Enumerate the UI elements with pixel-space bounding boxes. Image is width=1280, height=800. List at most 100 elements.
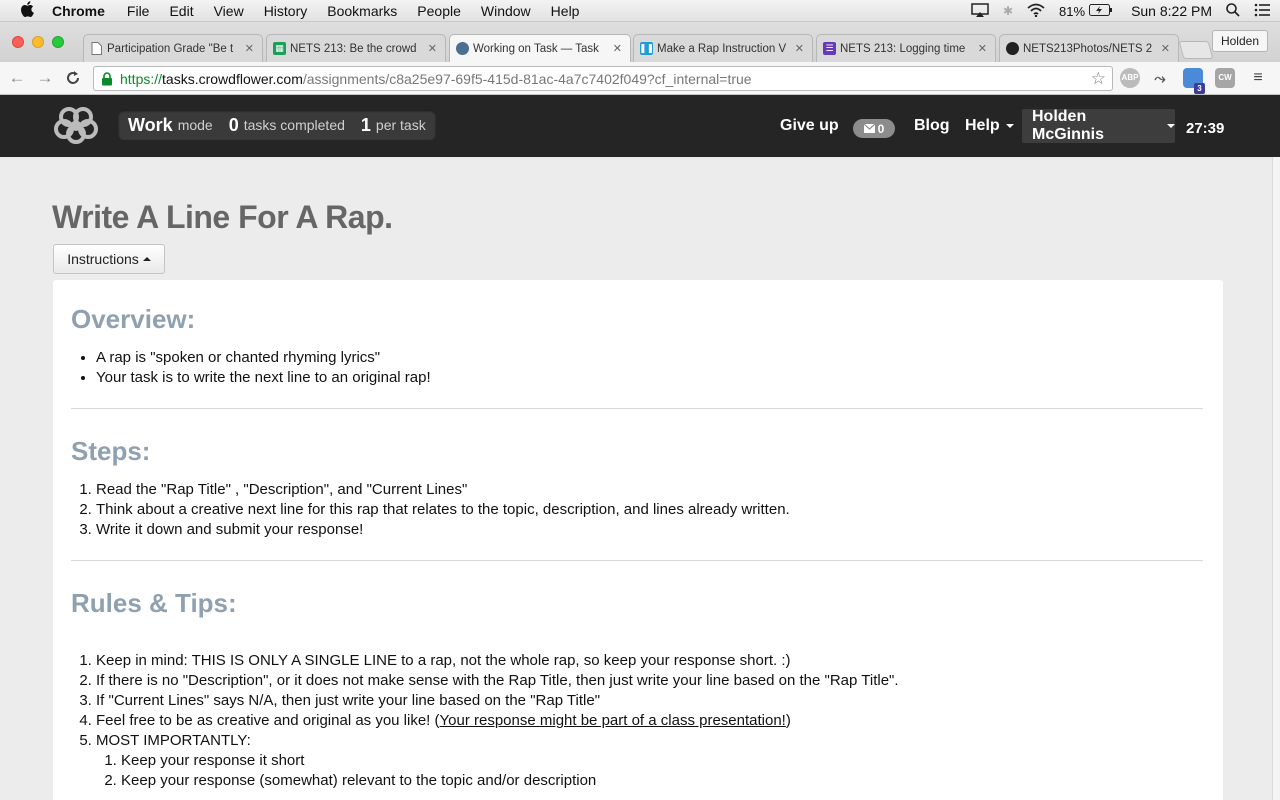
spotlight-search-icon[interactable] <box>1226 2 1240 20</box>
address-bar[interactable]: https://tasks.crowdflower.com/assignment… <box>93 66 1113 91</box>
rule-text: MOST IMPORTANTLY: <box>96 732 251 749</box>
messages-badge[interactable]: 0 <box>853 119 895 138</box>
divider <box>71 560 1203 561</box>
blog-link[interactable]: Blog <box>914 117 950 135</box>
close-tab-icon[interactable]: ✕ <box>245 42 254 55</box>
menu-edit[interactable]: Edit <box>169 3 193 19</box>
new-tab-button[interactable] <box>1178 41 1214 59</box>
menu-people[interactable]: People <box>417 3 461 19</box>
list-item: Think about a creative next line for thi… <box>96 500 790 520</box>
app-menu-chrome[interactable]: Chrome <box>52 3 105 19</box>
tab-label: Working on Task — Task <box>473 42 599 55</box>
list-item: A rap is "spoken or chanted rhyming lyri… <box>96 348 431 368</box>
extension-icon[interactable]: ⤳ <box>1150 68 1170 88</box>
overview-list: A rap is "spoken or chanted rhyming lyri… <box>96 348 431 388</box>
close-tab-icon[interactable]: ✕ <box>795 42 804 55</box>
work-mode-stats: Work mode 0 tasks completed 1 per task <box>118 110 436 140</box>
profile-button[interactable]: Holden <box>1211 30 1268 52</box>
tab-nets213photos[interactable]: NETS213Photos/NETS 2 ✕ <box>999 34 1179 62</box>
bookmark-star-icon[interactable]: ☆ <box>1091 69 1106 89</box>
notification-center-icon[interactable] <box>1254 3 1270 20</box>
browser-tab-strip: Participation Grade "Be t ✕ ▦ NETS 213: … <box>0 22 1280 62</box>
steps-list: Read the "Rap Title" , "Description", an… <box>96 480 790 540</box>
site-header: Work mode 0 tasks completed 1 per task G… <box>0 95 1280 157</box>
tab-nets213-be-the-crowd[interactable]: ▦ NETS 213: Be the crowd ✕ <box>266 34 446 62</box>
list-item: If there is no "Description", or it does… <box>96 671 899 691</box>
list-item: Read the "Rap Title" , "Description", an… <box>96 480 790 500</box>
list-item: MOST IMPORTANTLY: Keep your response it … <box>96 731 899 791</box>
browser-toolbar: ← → https://tasks.crowdflower.com/assign… <box>0 62 1280 95</box>
sub-list: Keep your response it short Keep your re… <box>96 751 899 791</box>
battery-icon[interactable] <box>1089 3 1113 19</box>
rules-list: Keep in mind: THIS IS ONLY A SINGLE LINE… <box>96 651 899 791</box>
help-dropdown[interactable]: Help <box>965 117 1014 135</box>
page-scrollbar[interactable] <box>1272 157 1280 800</box>
tab-working-on-task[interactable]: Working on Task — Task ✕ <box>449 34 631 62</box>
list-item: Keep in mind: THIS IS ONLY A SINGLE LINE… <box>96 651 899 671</box>
user-name: Holden McGinnis <box>1032 108 1105 143</box>
tab-make-a-rap-instruction[interactable]: ❚❚ Make a Rap Instruction V ✕ <box>633 34 813 62</box>
mail-extension-icon[interactable]: 3 <box>1183 68 1205 94</box>
tab-nets213-logging-time[interactable]: ☰ NETS 213: Logging time ✕ <box>816 34 996 62</box>
list-item: Your task is to write the next line to a… <box>96 368 431 388</box>
airplay-icon[interactable] <box>971 2 989 20</box>
pause-icon: ❚❚ <box>638 42 655 55</box>
menu-window[interactable]: Window <box>481 3 531 19</box>
page-content: Write A Line For A Rap. Instructions Ove… <box>0 157 1272 800</box>
rule-text: ) <box>785 712 791 729</box>
chrome-menu-icon[interactable]: ≡ <box>1248 68 1268 88</box>
lock-icon[interactable] <box>100 71 114 86</box>
menu-view[interactable]: View <box>214 3 244 19</box>
back-arrow-icon[interactable]: ← <box>6 67 28 89</box>
tab-label: Participation Grade "Be t <box>107 42 234 55</box>
tasks-completed-label: tasks completed <box>243 117 345 133</box>
caret-down-icon <box>1005 123 1014 128</box>
reload-icon[interactable] <box>62 67 84 89</box>
caret-down-icon <box>1167 124 1175 128</box>
close-tab-icon[interactable]: ✕ <box>1161 42 1170 55</box>
instructions-panel: Overview: A rap is "spoken or chanted rh… <box>53 280 1223 800</box>
close-window-button[interactable] <box>12 36 24 48</box>
tab-label: Make a Rap Instruction V <box>657 42 787 55</box>
envelope-icon <box>863 122 876 136</box>
apple-icon[interactable] <box>20 0 38 21</box>
menu-file[interactable]: File <box>127 3 150 19</box>
crowdflower-icon <box>456 42 469 55</box>
clock[interactable]: Sun 8:22 PM <box>1131 3 1212 19</box>
macos-menu-bar: Chrome File Edit View History Bookmarks … <box>0 0 1280 22</box>
zoom-window-button[interactable] <box>52 36 64 48</box>
forward-arrow-icon[interactable]: → <box>34 67 56 89</box>
url-scheme: https:// <box>120 70 163 87</box>
bluetooth-icon[interactable]: ✱ <box>1003 4 1013 18</box>
menu-history[interactable]: History <box>264 3 308 19</box>
cw-extension-icon[interactable]: CW <box>1215 68 1235 88</box>
close-tab-icon[interactable]: ✕ <box>613 42 622 55</box>
list-item: If "Current Lines" says N/A, then just w… <box>96 691 899 711</box>
user-menu-dropdown[interactable]: Holden McGinnis <box>1022 108 1175 143</box>
menu-help[interactable]: Help <box>551 3 580 19</box>
close-tab-icon[interactable]: ✕ <box>428 42 437 55</box>
per-task-count: 1 <box>360 114 371 135</box>
tasks-completed-count: 0 <box>228 114 239 135</box>
instructions-toggle-button[interactable]: Instructions <box>53 244 165 274</box>
rules-heading: Rules & Tips: <box>71 588 237 618</box>
help-label: Help <box>965 117 1000 134</box>
close-tab-icon[interactable]: ✕ <box>978 42 987 55</box>
tab-label: NETS213Photos/NETS 2 <box>1023 42 1153 55</box>
divider <box>71 408 1203 409</box>
class-presentation-link[interactable]: Your response might be part of a class p… <box>440 712 786 729</box>
tab-participation-grade[interactable]: Participation Grade "Be t ✕ <box>83 34 263 62</box>
menu-bookmarks[interactable]: Bookmarks <box>327 3 397 19</box>
steps-heading: Steps: <box>71 436 151 466</box>
url-host: tasks.crowdflower.com <box>162 70 303 87</box>
forms-icon: ☰ <box>823 42 836 55</box>
wifi-icon[interactable] <box>1027 3 1045 20</box>
mode-label: mode <box>177 117 213 133</box>
minimize-window-button[interactable] <box>32 36 44 48</box>
give-up-link[interactable]: Give up <box>780 117 839 135</box>
adblock-plus-icon[interactable]: ABP <box>1120 68 1140 88</box>
doc-icon <box>90 42 103 55</box>
overview-heading: Overview: <box>71 304 196 334</box>
page-title: Write A Line For A Rap. <box>52 199 393 235</box>
crowdflower-logo-icon[interactable] <box>52 104 100 144</box>
